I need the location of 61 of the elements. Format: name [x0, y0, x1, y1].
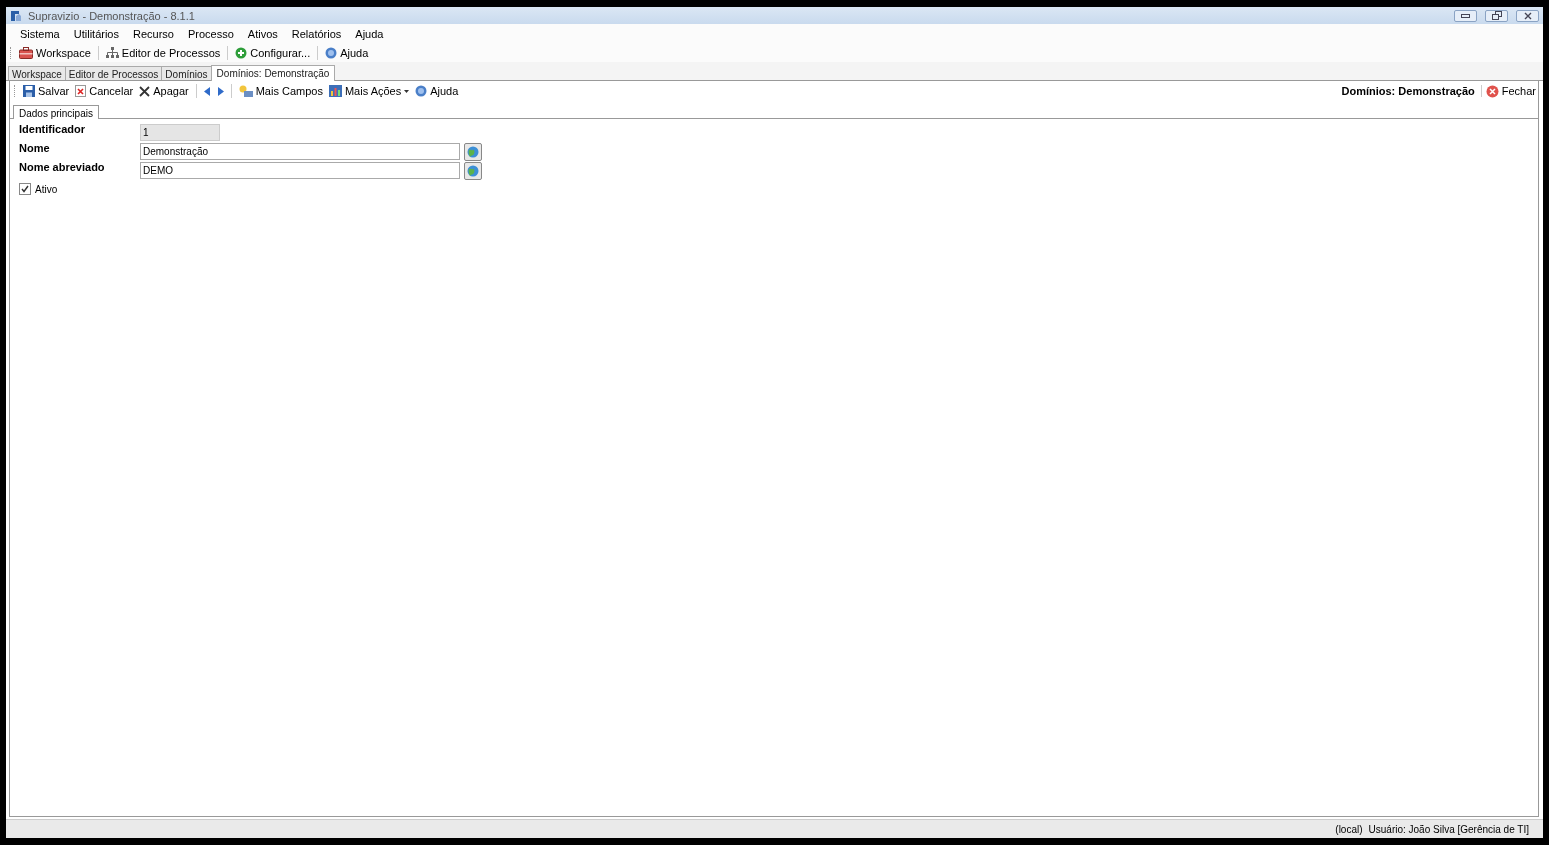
restore-button[interactable] [1485, 9, 1508, 22]
tab[interactable]: Workspace [8, 66, 66, 80]
globe-icon [467, 145, 479, 158]
menu-item[interactable]: Ajuda [348, 27, 391, 40]
app-icon [10, 9, 22, 22]
next-icon [216, 86, 224, 96]
input-field[interactable]: 1 [140, 124, 220, 141]
user-label: Usuário: João Silva [Gerência de TI] [1368, 823, 1529, 835]
window-title: Supravizio - Demonstração - 8.1.1 [28, 9, 196, 22]
save-button[interactable]: Salvar [21, 84, 72, 98]
input-field[interactable]: Demonstração [140, 143, 460, 160]
help-icon [325, 46, 338, 59]
close-icon [1523, 11, 1532, 20]
help-icon [415, 85, 428, 97]
cancel-document-icon [75, 85, 87, 97]
minimize-icon [1461, 13, 1470, 18]
tab[interactable]: Domínios [161, 66, 212, 80]
caret-icon [404, 89, 410, 93]
field-label: Nome abreviado [19, 161, 106, 173]
server-label: (local) [1335, 823, 1363, 835]
configure-button[interactable]: Configurar... [233, 45, 313, 60]
tab[interactable]: Dados principais [13, 105, 99, 119]
menu-item[interactable]: Relatórios [284, 27, 349, 40]
minimize-button[interactable] [1454, 9, 1477, 22]
menu-item[interactable]: Ativos [240, 27, 285, 40]
previous-icon [203, 86, 211, 96]
delete-icon [139, 85, 151, 97]
field-label: Nome [19, 142, 51, 154]
save-icon [23, 85, 35, 97]
more-fields-button[interactable]: Mais Campos [236, 84, 325, 98]
input-field[interactable]: DEMO [140, 162, 460, 179]
add-field-icon [238, 85, 253, 97]
restore-icon [1491, 11, 1502, 20]
previous-button[interactable] [201, 85, 213, 97]
close-button[interactable] [1516, 9, 1539, 22]
process-editor-button[interactable]: Editor de Processos [103, 45, 223, 60]
toolbox-icon [19, 46, 33, 59]
tab[interactable]: Editor de Processos [64, 66, 163, 80]
translate-button[interactable] [464, 161, 482, 180]
menu-item[interactable]: Recurso [126, 27, 181, 40]
close-document-button[interactable]: Fechar [1483, 83, 1538, 99]
cancel-button[interactable]: Cancelar [73, 84, 136, 98]
field-label: Identificador [19, 123, 86, 135]
checkbox-label: Ativo [35, 183, 58, 195]
document-title: Domínios: Demonstração [1341, 85, 1482, 97]
help-button[interactable]: Ajuda [413, 84, 461, 98]
globe-icon [467, 164, 479, 177]
translate-button[interactable] [464, 142, 482, 161]
menu-item[interactable]: Utilitários [66, 27, 126, 40]
tab[interactable]: Domínios: Demonstração [210, 65, 336, 81]
more-actions-button[interactable]: Mais Ações [326, 84, 412, 98]
chart-icon [328, 85, 342, 97]
delete-button[interactable]: Apagar [137, 84, 191, 98]
add-icon [235, 46, 248, 59]
workspace-button[interactable]: Workspace [17, 45, 93, 60]
menu-item[interactable]: Processo [180, 27, 241, 40]
help-button[interactable]: Ajuda [323, 45, 371, 60]
close-icon [1485, 84, 1499, 98]
hierarchy-icon [105, 46, 119, 59]
checkbox[interactable] [19, 183, 31, 195]
menu-item[interactable]: Sistema [13, 27, 67, 40]
